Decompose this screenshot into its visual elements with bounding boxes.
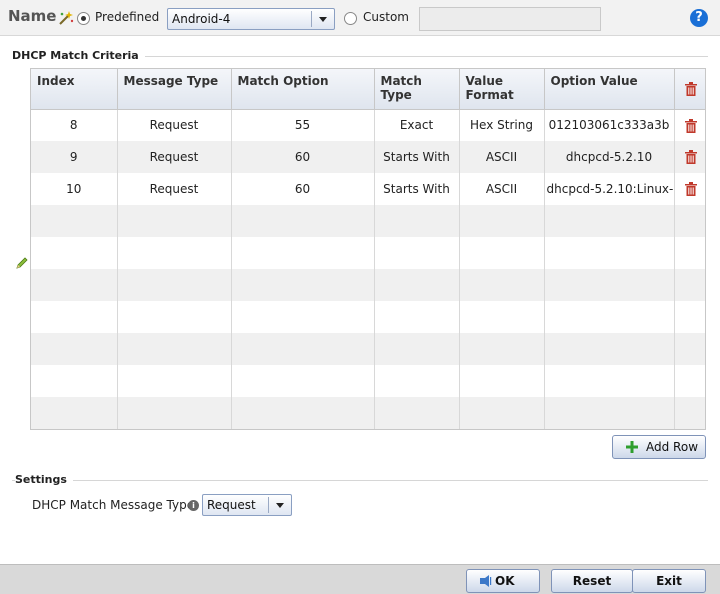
exit-button[interactable]: Exit — [632, 569, 706, 593]
trash-icon[interactable] — [684, 182, 697, 197]
cell-option-value: dhcpcd-5.2.10 — [544, 141, 675, 173]
empty-row — [31, 365, 705, 397]
cell-message-type: Request — [117, 141, 232, 173]
add-row-button[interactable]: Add Row — [612, 435, 706, 459]
cell-delete — [674, 173, 705, 205]
cell-index: 9 — [31, 141, 118, 173]
magic-wand-icon[interactable] — [58, 10, 74, 26]
empty-row — [31, 301, 705, 333]
header-bar: Name Predefined Android-4 Custom ? — [0, 0, 720, 36]
trash-icon[interactable] — [684, 82, 697, 96]
settings-divider — [12, 480, 708, 481]
column-header-value-format[interactable]: Value Format — [459, 69, 545, 110]
custom-label: Custom — [363, 10, 409, 24]
custom-radio[interactable] — [344, 12, 357, 25]
column-header-index[interactable]: Index — [31, 69, 118, 110]
message-type-value: Request — [207, 498, 256, 512]
cell-match-type: Starts With — [374, 173, 460, 205]
table-header-row: Index Message Type Match Option Match Ty… — [31, 69, 705, 110]
predefined-select[interactable]: Android-4 — [167, 8, 335, 30]
trash-icon[interactable] — [684, 150, 697, 165]
cell-match-option: 60 — [231, 173, 375, 205]
cell-delete — [674, 109, 705, 141]
trash-icon[interactable] — [684, 118, 697, 133]
cell-value-format: Hex String — [459, 109, 545, 141]
column-header-delete — [674, 69, 705, 110]
empty-row — [31, 333, 705, 365]
empty-row — [31, 205, 705, 237]
column-header-option-value[interactable]: Option Value — [544, 69, 675, 110]
message-type-select[interactable]: Request — [202, 494, 292, 516]
info-icon[interactable]: i — [188, 500, 199, 511]
column-header-match-type[interactable]: Match Type — [374, 69, 460, 110]
cell-index: 10 — [31, 173, 118, 205]
select-divider — [311, 11, 312, 27]
name-label: Name — [8, 7, 57, 25]
cell-message-type: Request — [117, 173, 232, 205]
cell-value-format: ASCII — [459, 173, 545, 205]
cell-option-value: 012103061c333a3b — [544, 109, 675, 141]
add-row-label: Add Row — [646, 440, 699, 454]
pencil-icon[interactable] — [15, 256, 29, 270]
ok-icon — [480, 575, 492, 587]
help-icon[interactable]: ? — [690, 9, 708, 27]
ok-label: OK — [495, 574, 515, 588]
empty-row — [31, 397, 705, 429]
table-row[interactable]: 10 Request 60 Starts With ASCII dhcpcd-5… — [31, 173, 705, 205]
cell-match-option: 60 — [231, 141, 375, 173]
table-row[interactable]: 9 Request 60 Starts With ASCII dhcpcd-5.… — [31, 141, 705, 173]
cell-index: 8 — [31, 109, 118, 141]
criteria-title: DHCP Match Criteria — [12, 49, 145, 62]
plus-icon — [626, 441, 638, 453]
footer-bar: OK Reset Exit — [0, 564, 720, 594]
cell-value-format: ASCII — [459, 141, 545, 173]
column-header-match-option[interactable]: Match Option — [231, 69, 375, 110]
chevron-down-icon — [319, 17, 327, 22]
empty-row — [31, 237, 705, 269]
settings-title: Settings — [15, 473, 73, 486]
criteria-table: Index Message Type Match Option Match Ty… — [30, 68, 706, 430]
select-divider — [268, 497, 269, 513]
column-header-message-type[interactable]: Message Type — [117, 69, 232, 110]
reset-button[interactable]: Reset — [551, 569, 633, 593]
table-row[interactable]: 8 Request 55 Exact Hex String 012103061c… — [31, 109, 705, 141]
empty-row — [31, 269, 705, 301]
cell-match-option: 55 — [231, 109, 375, 141]
chevron-down-icon — [276, 503, 284, 508]
cell-delete — [674, 141, 705, 173]
custom-input[interactable] — [419, 7, 601, 31]
cell-message-type: Request — [117, 109, 232, 141]
ok-button[interactable]: OK — [466, 569, 540, 593]
cell-match-type: Starts With — [374, 141, 460, 173]
predefined-select-value: Android-4 — [172, 12, 231, 26]
cell-option-value: dhcpcd-5.2.10:Linux-3 — [544, 173, 675, 205]
predefined-radio[interactable] — [77, 12, 90, 25]
predefined-label: Predefined — [95, 10, 160, 24]
message-type-label: DHCP Match Message Type — [32, 498, 195, 512]
cell-match-type: Exact — [374, 109, 460, 141]
